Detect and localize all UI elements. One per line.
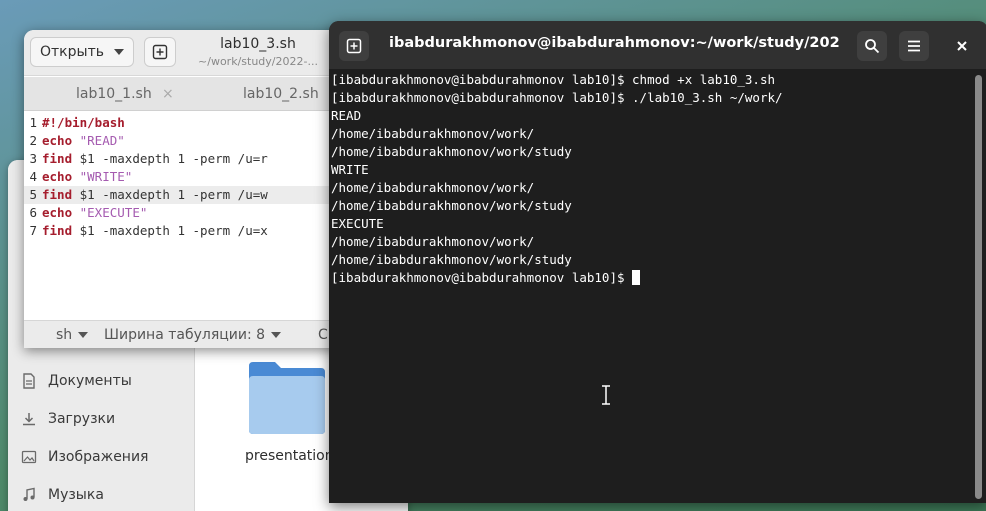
new-tab-button[interactable] <box>339 31 369 61</box>
terminal-header: ibabdurakhmonov@ibabdurahmonov:~/work/st… <box>329 21 986 69</box>
editor-subtitle: ~/work/study/2022-... <box>198 55 318 68</box>
open-button[interactable]: Открыть <box>30 37 134 67</box>
code-keyword: find <box>42 187 73 202</box>
sidebar-item-label: Музыка <box>48 487 104 503</box>
search-button[interactable] <box>857 31 887 61</box>
sidebar-item-label: Изображения <box>48 449 149 465</box>
editor-statusbar: sh Ширина табуляции: 8 С <box>24 320 344 348</box>
terminal-line: /home/ibabdurakhmonov/work/study <box>331 198 572 213</box>
sidebar-item-label: Загрузки <box>48 411 116 427</box>
close-icon <box>957 41 967 51</box>
terminal-prompt: [ibabdurakhmonov@ibabdurahmonov lab10]$ <box>331 270 633 285</box>
search-icon <box>865 39 880 54</box>
chevron-down-icon <box>113 49 124 55</box>
music-icon <box>20 487 38 503</box>
line-number: 2 <box>29 133 37 148</box>
tab-lab10-2[interactable]: lab10_2.sh <box>243 77 319 111</box>
terminal-cursor <box>632 270 641 285</box>
code-text: $1 -maxdepth 1 -perm /u=r <box>72 151 268 166</box>
terminal-line: [ibabdurakhmonov@ibabdurahmonov lab10]$ … <box>331 72 776 87</box>
image-icon <box>20 449 38 465</box>
chevron-down-icon <box>271 332 282 338</box>
menu-button[interactable] <box>899 31 929 61</box>
terminal-line: /home/ibabdurakhmonov/work/study <box>331 252 572 267</box>
new-tab-button[interactable] <box>144 37 176 67</box>
code-keyword: find <box>42 223 73 238</box>
code-text: $1 -maxdepth 1 -perm /u=x <box>72 223 268 238</box>
cursor-position-label: С <box>318 327 328 343</box>
terminal-window: ibabdurakhmonov@ibabdurahmonov:~/work/st… <box>329 21 986 503</box>
code-keyword: echo <box>42 205 73 220</box>
language-selector[interactable]: sh <box>56 321 89 348</box>
line-number: 6 <box>29 205 37 220</box>
editor-header: Открыть lab10_3.sh ~/work/study/2022-... <box>24 30 344 76</box>
code-line: 1 #!/bin/bash <box>24 114 344 132</box>
terminal-line: READ <box>331 108 362 123</box>
code-keyword: find <box>42 151 73 166</box>
sidebar-item-label: Документы <box>48 373 132 389</box>
terminal-line: EXECUTE <box>331 216 384 231</box>
code-string: "WRITE" <box>72 169 133 184</box>
terminal-line: WRITE <box>331 162 369 177</box>
code-string: "EXECUTE" <box>72 205 148 220</box>
code-line: 3 find $1 -maxdepth 1 -perm /u=r <box>24 150 344 168</box>
code-string: "READ" <box>72 133 125 148</box>
terminal-line: [ibabdurakhmonov@ibabdurahmonov lab10]$ … <box>331 90 783 105</box>
open-button-label: Открыть <box>40 44 104 60</box>
text-cursor-icon <box>601 385 611 405</box>
terminal-title: ibabdurakhmonov@ibabdurahmonov:~/work/st… <box>389 35 839 51</box>
download-icon <box>20 411 38 427</box>
code-keyword: #!/bin/bash <box>42 115 125 130</box>
close-button[interactable] <box>947 31 977 61</box>
terminal-line: /home/ibabdurakhmonov/work/ <box>331 180 535 195</box>
line-number: 4 <box>29 169 37 184</box>
editor-tabs: lab10_1.sh × lab10_2.sh <box>24 77 344 111</box>
folder-icon[interactable] <box>247 358 327 436</box>
code-keyword: echo <box>42 169 73 184</box>
new-tab-icon <box>152 44 168 60</box>
sidebar-item-images[interactable]: Изображения <box>8 438 195 476</box>
terminal-prompt-line: [ibabdurakhmonov@ibabdurahmonov lab10]$ <box>331 269 971 287</box>
new-tab-icon <box>346 38 362 54</box>
editor-title: lab10_3.sh <box>220 36 296 52</box>
tab-width-label: Ширина табуляции: 8 <box>104 327 266 343</box>
line-number: 5 <box>29 187 37 202</box>
hamburger-icon <box>908 40 920 52</box>
editor-window: Открыть lab10_3.sh ~/work/study/2022-...… <box>24 30 344 348</box>
code-text: $1 -maxdepth 1 -perm /u=w <box>72 187 268 202</box>
tab-lab10-1[interactable]: lab10_1.sh <box>76 77 152 111</box>
code-line: 6 echo "EXECUTE" <box>24 204 344 222</box>
code-line: 4 echo "WRITE" <box>24 168 344 186</box>
terminal-line: /home/ibabdurakhmonov/work/ <box>331 234 535 249</box>
code-line-current: 5 find $1 -maxdepth 1 -perm /u=w <box>24 186 344 204</box>
chevron-down-icon <box>78 332 89 338</box>
tab-label: lab10_1.sh <box>76 86 152 102</box>
line-number: 3 <box>29 151 37 166</box>
folder-label[interactable]: presentation <box>245 448 334 464</box>
close-icon[interactable]: × <box>162 77 174 111</box>
terminal-line: /home/ibabdurakhmonov/work/ <box>331 126 535 141</box>
sidebar-item-documents[interactable]: Документы <box>8 362 195 400</box>
cursor-position[interactable]: С <box>318 321 328 348</box>
code-area[interactable]: 1 #!/bin/bash 2 echo "READ" 3 find $1 -m… <box>24 114 344 320</box>
terminal-output[interactable]: [ibabdurakhmonov@ibabdurahmonov lab10]$ … <box>331 71 971 501</box>
code-line: 7 find $1 -maxdepth 1 -perm /u=x <box>24 222 344 240</box>
code-line: 2 echo "READ" <box>24 132 344 150</box>
sidebar-item-downloads[interactable]: Загрузки <box>8 400 195 438</box>
terminal-line: /home/ibabdurakhmonov/work/study <box>331 144 572 159</box>
tab-width-selector[interactable]: Ширина табуляции: 8 <box>104 321 282 348</box>
tab-label: lab10_2.sh <box>243 86 319 102</box>
language-label: sh <box>56 327 73 343</box>
terminal-scrollbar[interactable] <box>975 75 982 499</box>
line-number: 7 <box>29 223 37 238</box>
sidebar-item-music[interactable]: Музыка <box>8 476 195 511</box>
document-icon <box>20 373 38 389</box>
code-keyword: echo <box>42 133 73 148</box>
line-number: 1 <box>29 115 37 130</box>
